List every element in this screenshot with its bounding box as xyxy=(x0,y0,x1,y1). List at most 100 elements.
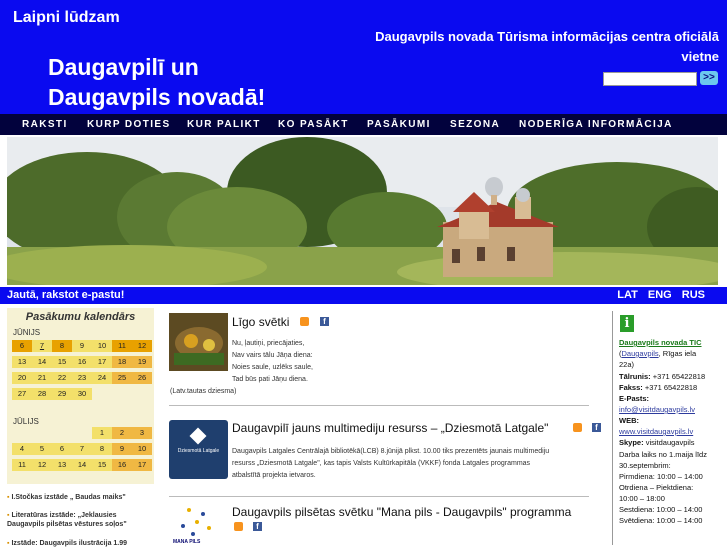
lang-eng[interactable]: ENG xyxy=(648,289,672,301)
calendar-day[interactable]: 5 xyxy=(32,443,52,455)
post-thumbnail[interactable]: MANA PILS xyxy=(169,504,228,545)
facebook-icon[interactable]: f xyxy=(592,423,601,432)
calendar-title: Pasākumu kalendārs xyxy=(25,311,136,323)
hours-tue-fri: 10:00 – 18:00 xyxy=(619,494,665,503)
nav-noderiga-informacija[interactable]: NODERĪGA INFORMĀCIJA xyxy=(519,114,673,135)
calendar-day[interactable]: 23 xyxy=(72,372,92,384)
post-title[interactable]: Daugavpils pilsētas svētku "Mana pils - … xyxy=(232,505,571,519)
calendar-day[interactable]: 1 xyxy=(92,427,112,439)
search-input[interactable] xyxy=(603,72,697,86)
month-label-june: JŪNIJS xyxy=(13,328,41,337)
rss-icon[interactable] xyxy=(573,423,582,432)
nav-sezona[interactable]: SEZONA xyxy=(450,114,500,135)
post-title[interactable]: Līgo svētki xyxy=(232,315,289,329)
calendar-day[interactable]: 14 xyxy=(32,356,52,368)
calendar-day[interactable]: 24 xyxy=(92,372,112,384)
event-item[interactable]: ▪ I.Stočkas izstāde „ Baudas maiks" xyxy=(7,493,155,502)
nav-raksti[interactable]: RAKSTI xyxy=(22,114,68,135)
calendar-day[interactable]: 10 xyxy=(92,340,112,352)
main-nav: RAKSTI KURP DOTIES KUR PALIKT KO PASĀKT … xyxy=(0,114,727,135)
hero-image xyxy=(7,137,718,285)
contact-info-panel: i Daugavpils novada TIC (Daugavpils, Rīg… xyxy=(612,311,727,545)
post-title[interactable]: Daugavpilī jauns multimediju resurss – „… xyxy=(232,421,548,435)
nav-kur-palikt[interactable]: KUR PALIKT xyxy=(187,114,261,135)
hours-intro: Darba laiks no 1.maija līdz 30.septembri… xyxy=(619,450,707,470)
bullet-icon: ▪ xyxy=(7,494,10,501)
hours-saturday: Sestdiena: 10:00 – 14:00 xyxy=(619,505,703,514)
welcome-text: Laipni lūdzam xyxy=(13,9,120,26)
calendar-day[interactable]: 29 xyxy=(52,388,72,400)
calendar-day[interactable]: 28 xyxy=(32,388,52,400)
calendar-day[interactable]: 11 xyxy=(12,459,32,471)
thumbnail-caption: Dziesmotā Latgale xyxy=(177,448,220,454)
post-line: Tad būs pati Jāņu diena. xyxy=(232,376,308,383)
ask-email-link[interactable]: Jautā, rakstot e-pastu! xyxy=(7,289,124,301)
calendar-day[interactable]: 25 xyxy=(112,372,132,384)
calendar-day[interactable]: 21 xyxy=(32,372,52,384)
calendar-day[interactable]: 14 xyxy=(72,459,92,471)
calendar-day[interactable]: 10 xyxy=(132,443,152,455)
calendar-day[interactable]: 22 xyxy=(52,372,72,384)
post-line: (Latv.tautas dziesma) xyxy=(170,388,237,395)
calendar-day[interactable]: 15 xyxy=(52,356,72,368)
calendar-day[interactable]: 6 xyxy=(12,340,32,352)
calendar-day[interactable]: 30 xyxy=(72,388,92,400)
calendar-day[interactable]: 17 xyxy=(132,459,152,471)
calendar-day[interactable]: 3 xyxy=(132,427,152,439)
org-name-link[interactable]: Daugavpils novada TIC xyxy=(619,337,725,348)
post-line: atbalstītā projekta ietvaros. xyxy=(232,472,316,479)
rss-icon[interactable] xyxy=(300,317,309,326)
lang-lat[interactable]: LAT xyxy=(617,289,638,301)
calendar-day[interactable]: 20 xyxy=(12,372,32,384)
calendar-day[interactable]: 16 xyxy=(72,356,92,368)
city-link[interactable]: Daugavpils xyxy=(622,349,659,358)
calendar-day[interactable]: 15 xyxy=(92,459,112,471)
calendar-day[interactable]: 4 xyxy=(12,443,32,455)
fax-line: Fakss: +371 65422818 xyxy=(619,383,698,392)
title-line-2: Daugavpils novadā! xyxy=(48,84,266,110)
calendar-day[interactable]: 16 xyxy=(112,459,132,471)
calendar-day[interactable]: 26 xyxy=(132,372,152,384)
facebook-icon[interactable]: f xyxy=(320,317,329,326)
calendar-day[interactable]: 12 xyxy=(32,459,52,471)
web-link[interactable]: www.visitdaugavpils.lv xyxy=(619,426,725,437)
post-line: resurss „Dziesmotā Latgale", kas tapis V… xyxy=(232,460,531,467)
calendar-day[interactable]: 12 xyxy=(132,340,152,352)
calendar-day[interactable]: 18 xyxy=(112,356,132,368)
rss-icon[interactable] xyxy=(234,522,243,531)
email-link[interactable]: info@visitdaugavpils.lv xyxy=(619,404,725,415)
search-button[interactable]: >> xyxy=(700,71,718,85)
facebook-icon[interactable]: f xyxy=(253,522,262,531)
post-line: Daugavpils Latgales Centrālajā bibliotēk… xyxy=(232,448,550,455)
address-line: (Daugavpils, Rīgas iela xyxy=(619,349,697,358)
divider xyxy=(169,496,589,497)
calendar-day[interactable]: 27 xyxy=(12,388,32,400)
site-subtitle: Daugavpils novada Tūrisma informācijas c… xyxy=(375,29,719,64)
calendar-day[interactable]: 8 xyxy=(92,443,112,455)
nav-ko-pasakt[interactable]: KO PASĀKT xyxy=(278,114,349,135)
bullet-icon: ▪ xyxy=(7,540,10,547)
post-thumbnail[interactable]: Dziesmotā Latgale xyxy=(169,420,228,479)
calendar-day[interactable]: 6 xyxy=(52,443,72,455)
nav-kurp-doties[interactable]: KURP DOTIES xyxy=(87,114,171,135)
calendar-day[interactable]: 7 xyxy=(72,443,92,455)
calendar-day[interactable]: 11 xyxy=(112,340,132,352)
event-calendar: Pasākumu kalendārs JŪNIJS 6 7 8 9 10 11 12 13 14… xyxy=(7,308,154,484)
address-number: 22a) xyxy=(619,360,635,369)
hours-monday: Pirmdiena: 10:00 – 14:00 xyxy=(619,472,703,481)
post-line: Noies saule, uzlēks saule, xyxy=(232,364,313,371)
nav-pasakumi[interactable]: PASĀKUMI xyxy=(367,114,431,135)
calendar-day[interactable]: 2 xyxy=(112,427,132,439)
calendar-day[interactable]: 17 xyxy=(92,356,112,368)
post-thumbnail[interactable] xyxy=(169,313,228,371)
calendar-day[interactable]: 9 xyxy=(72,340,92,352)
calendar-day[interactable]: 9 xyxy=(112,443,132,455)
calendar-day[interactable]: 13 xyxy=(12,356,32,368)
event-item[interactable]: ▪ Literatūras izstāde: „Jeklausies Daugav… xyxy=(7,511,155,529)
calendar-day[interactable]: 7 xyxy=(32,340,52,352)
calendar-day[interactable]: 13 xyxy=(52,459,72,471)
lang-rus[interactable]: RUS xyxy=(682,289,705,301)
calendar-day[interactable]: 19 xyxy=(132,356,152,368)
event-item[interactable]: ▪ Izstāde: Daugavpils ilustrācija 1.99 xyxy=(7,539,155,548)
calendar-day[interactable]: 8 xyxy=(52,340,72,352)
